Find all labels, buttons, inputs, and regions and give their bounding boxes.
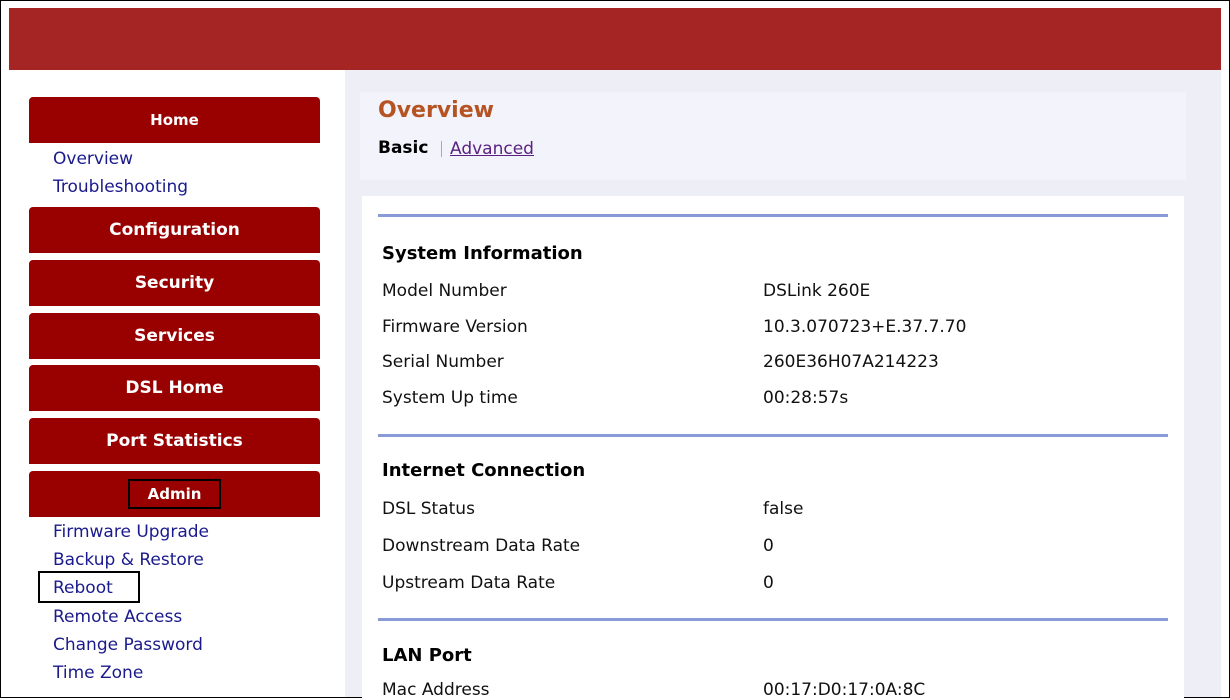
sidebar-item-firmware-upgrade[interactable]: Firmware Upgrade — [53, 522, 209, 542]
row-label-downstream-data-rate: Downstream Data Rate — [382, 536, 581, 556]
row-value-system-up-time: 00:28:57s — [763, 388, 849, 408]
menu-header-security[interactable]: Security — [29, 260, 320, 306]
sidebar-item-remote-access[interactable]: Remote Access — [53, 607, 182, 627]
sidebar-item-change-password[interactable]: Change Password — [53, 635, 203, 655]
tab-advanced[interactable]: Advanced — [450, 139, 534, 159]
section-title-lan-port: LAN Port — [382, 645, 472, 666]
row-label-system-up-time: System Up time — [382, 388, 518, 408]
tab-basic[interactable]: Basic — [378, 138, 428, 158]
menu-header-configuration[interactable]: Configuration — [29, 207, 320, 253]
section-title-internet-connection: Internet Connection — [382, 460, 586, 481]
row-label-model-number: Model Number — [382, 281, 507, 301]
menu-header-home[interactable]: Home — [29, 97, 320, 143]
menu-header-home-label: Home — [150, 111, 199, 129]
sidebar-item-troubleshooting[interactable]: Troubleshooting — [53, 177, 188, 197]
row-value-mac-address: 00:17:D0:17:0A:8C — [763, 680, 926, 700]
row-value-serial-number: 260E36H07A214223 — [763, 352, 939, 372]
row-label-dsl-status: DSL Status — [382, 499, 475, 519]
row-value-downstream-data-rate: 0 — [763, 536, 774, 556]
sidebar-item-overview[interactable]: Overview — [53, 149, 133, 169]
menu-header-dsl-home[interactable]: DSL Home — [29, 365, 320, 411]
menu-header-services[interactable]: Services — [29, 313, 320, 359]
section-title-system-information: System Information — [382, 243, 583, 264]
row-value-model-number: DSLink 260E — [763, 281, 871, 301]
menu-header-admin[interactable]: Admin — [29, 471, 320, 517]
menu-header-admin-label: Admin — [127, 479, 222, 509]
row-value-upstream-data-rate: 0 — [763, 573, 774, 593]
content-card — [362, 196, 1184, 698]
page-title: Overview — [378, 98, 494, 123]
sidebar-item-reboot[interactable]: Reboot — [53, 578, 113, 598]
sidebar-item-backup-restore[interactable]: Backup & Restore — [53, 550, 204, 570]
row-value-dsl-status: false — [763, 499, 804, 519]
row-label-mac-address: Mac Address — [382, 680, 490, 700]
sidebar-item-time-zone[interactable]: Time Zone — [53, 663, 143, 683]
header-banner — [9, 8, 1221, 70]
row-label-firmware-version: Firmware Version — [382, 317, 528, 337]
row-value-firmware-version: 10.3.070723+E.37.7.70 — [763, 317, 967, 337]
row-label-upstream-data-rate: Upstream Data Rate — [382, 573, 556, 593]
tab-separator — [441, 141, 442, 157]
section-divider — [378, 214, 1168, 217]
section-divider — [378, 434, 1168, 437]
row-label-serial-number: Serial Number — [382, 352, 504, 372]
menu-header-port-statistics[interactable]: Port Statistics — [29, 418, 320, 464]
section-divider — [378, 618, 1168, 621]
